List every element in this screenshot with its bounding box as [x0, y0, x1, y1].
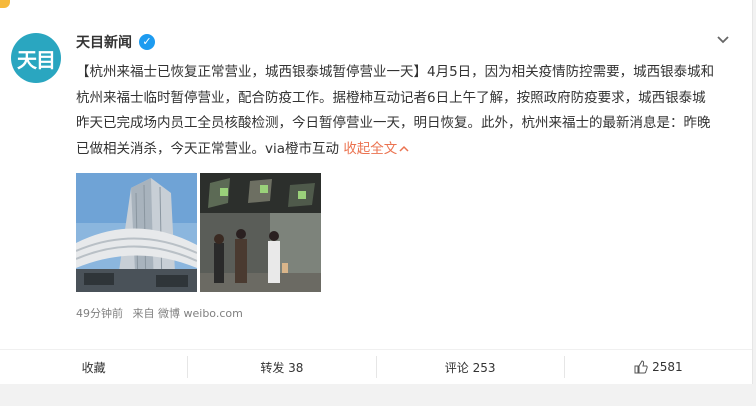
- like-button[interactable]: 2581: [563, 356, 752, 378]
- like-count: 2581: [652, 360, 683, 374]
- author-name[interactable]: 天目新闻: [76, 32, 132, 52]
- author-row: 天目新闻 ✓: [76, 31, 155, 53]
- comment-label: 评论 253: [444, 360, 496, 375]
- post-image-mall-exterior[interactable]: [76, 173, 197, 292]
- corner-decoration: [0, 0, 10, 8]
- action-bar: 收藏 转发 38 评论 253 2581: [0, 349, 752, 384]
- favorite-label: 收藏: [81, 360, 106, 375]
- image-grid: [76, 173, 321, 292]
- weibo-post-card: 天目 天目新闻 ✓ 【杭州来福士已恢复正常营业，城西银泰城暂停营业一天】4月5日…: [0, 0, 753, 406]
- feed-gap: [0, 384, 756, 406]
- post-source: 来自 微博 weibo.com: [132, 307, 243, 320]
- repost-label: 转发 38: [260, 360, 304, 375]
- avatar[interactable]: 天目: [11, 33, 61, 83]
- chevron-up-icon: [399, 146, 409, 152]
- collapse-link[interactable]: 收起全文: [343, 141, 409, 157]
- favorite-button[interactable]: 收藏: [0, 356, 187, 378]
- collapse-label: 收起全文: [343, 141, 398, 158]
- post-time[interactable]: 49分钟前: [76, 307, 123, 320]
- post-meta: 49分钟前 来自 微博 weibo.com: [76, 305, 249, 321]
- comment-button[interactable]: 评论 253: [375, 356, 564, 378]
- repost-button[interactable]: 转发 38: [187, 356, 375, 378]
- avatar-text: 天目: [17, 47, 56, 72]
- thumbs-up-icon: [634, 360, 648, 374]
- chevron-down-icon[interactable]: [716, 33, 730, 47]
- verified-icon: ✓: [139, 34, 155, 50]
- post-image-mall-entrance[interactable]: [200, 173, 321, 292]
- post-content: 【杭州来福士已恢复正常营业，城西银泰城暂停营业一天】4月5日，因为相关疫情防控需…: [76, 60, 716, 163]
